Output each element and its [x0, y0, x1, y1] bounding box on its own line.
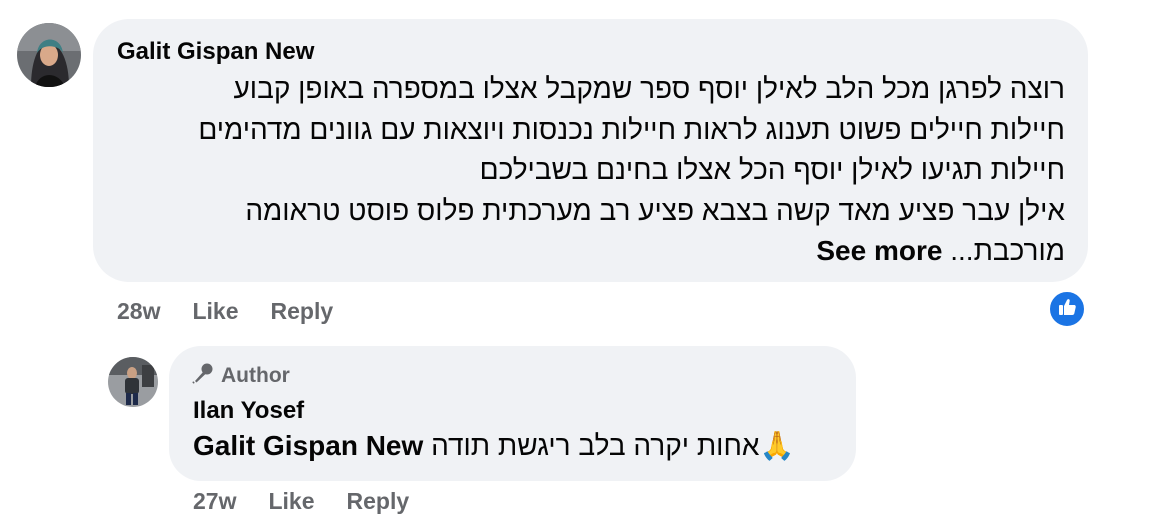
author-badge-label: Author [221, 364, 290, 387]
like-button[interactable]: Like [192, 298, 238, 325]
reply-mention-tag[interactable]: Galit Gispan New [193, 430, 423, 461]
reply-emoji: 🙏 [759, 430, 795, 461]
comment-actions: 28w Like Reply [117, 298, 333, 325]
comment-bubble: Galit Gispan New רוצה לפרגן מכל הלב לאיל… [93, 19, 1088, 282]
like-thumb-icon [1057, 297, 1077, 322]
comment-line: חיילות תגיעו לאילן יוסף הכל אצלו בחינם ב… [479, 154, 1065, 185]
avatar-galit[interactable] [17, 23, 81, 87]
comment-line-last: מורכבת... See more [115, 231, 1065, 272]
reply-like-button[interactable]: Like [268, 488, 314, 515]
reply-actions: 27w Like Reply [193, 488, 409, 515]
reply-author-name[interactable]: Ilan Yosef [193, 397, 304, 425]
comment-text: רוצה לפרגן מכל הלב לאילן יוסף ספר שמקבל … [115, 69, 1065, 272]
comment-timestamp[interactable]: 28w [117, 298, 160, 325]
comment-author-name[interactable]: Galit Gispan New [117, 38, 314, 66]
avatar-ilan[interactable] [108, 357, 158, 407]
comment-line: אילן עבר פציע מאד קשה בצבא פציע רב מערכת… [245, 194, 1065, 226]
like-reaction-badge[interactable] [1048, 290, 1086, 328]
comment-line-truncated: מורכבת... [950, 235, 1065, 266]
reply-text: 🙏אחות יקרה בלב ריגשת תודה Galit Gispan N… [193, 428, 794, 464]
reply-message: אחות יקרה בלב ריגשת תודה [431, 430, 760, 461]
comment-line: רוצה לפרגן מכל הלב לאילן יוסף ספר שמקבל … [233, 73, 1066, 104]
reply-timestamp[interactable]: 27w [193, 488, 236, 515]
reply-button[interactable]: Reply [271, 298, 334, 325]
author-badge: Author [191, 361, 290, 391]
see-more-link[interactable]: See more [816, 235, 942, 266]
comment-line: חיילות חיילים פשוט תענוג לראות חיילות נכ… [198, 113, 1065, 145]
microphone-icon [191, 361, 215, 391]
reply-bubble: Author Ilan Yosef 🙏אחות יקרה בלב ריגשת ת… [169, 346, 856, 481]
reply-reply-button[interactable]: Reply [347, 488, 410, 515]
